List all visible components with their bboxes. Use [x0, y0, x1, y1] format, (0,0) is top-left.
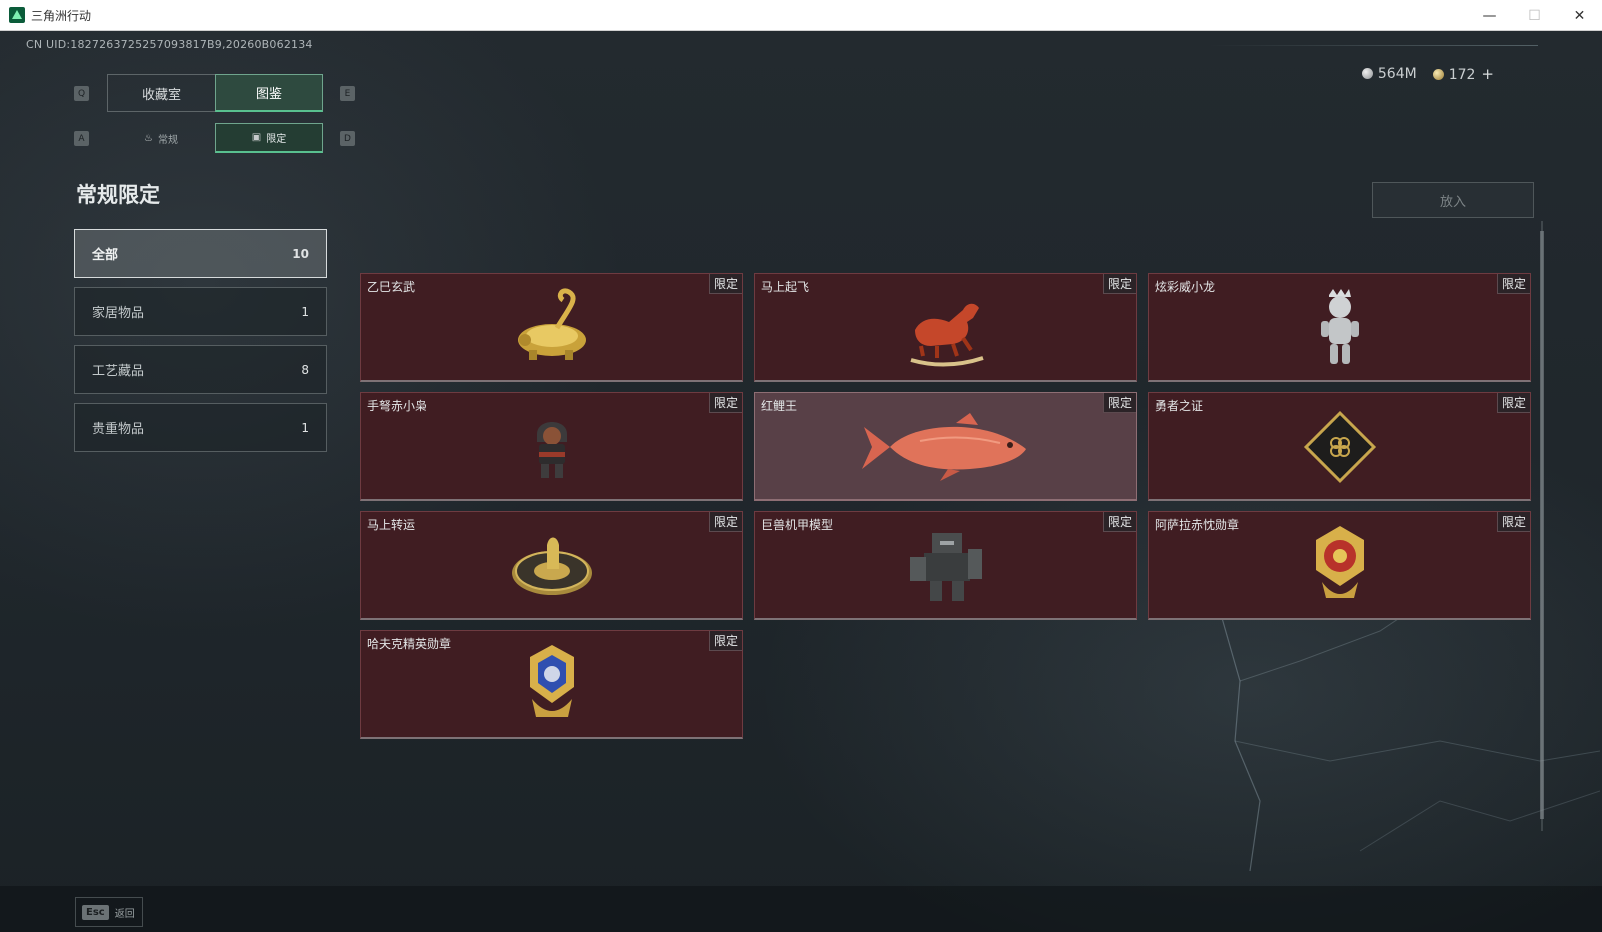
- red-medal-icon: [1315, 526, 1364, 598]
- scrollbar-thumb[interactable]: [1540, 231, 1544, 819]
- limited-badge: 限定: [709, 512, 742, 532]
- limited-badge: 限定: [1497, 274, 1530, 294]
- category-label: 贵重物品: [92, 422, 145, 437]
- window-title: 三角洲行动: [31, 8, 92, 23]
- picture-icon: ▣: [251, 132, 262, 143]
- flame-icon: ♨: [144, 132, 153, 144]
- player-uid: CN UID:1827263725257093817B9,20260B06213…: [26, 38, 313, 51]
- item-card[interactable]: 手弩赤小枭 限定: [360, 392, 743, 501]
- item-name: 马上转运: [367, 518, 416, 532]
- key-hint-prev-tab: Q: [74, 86, 89, 101]
- category-label: 工艺藏品: [92, 364, 145, 379]
- gold-currency: 172 +: [1432, 65, 1494, 83]
- item-card[interactable]: 哈夫克精英勋章 限定: [360, 630, 743, 739]
- mecha-model-icon: [909, 533, 982, 601]
- item-card[interactable]: 巨兽机甲模型 限定: [754, 511, 1137, 620]
- key-hint-prev-subtab: A: [74, 131, 89, 146]
- item-name: 马上起飞: [761, 280, 810, 294]
- item-card[interactable]: 勇者之证 限定: [1148, 392, 1531, 501]
- esc-key-hint: Esc: [82, 904, 109, 920]
- red-horse-icon: [909, 303, 984, 367]
- page-title: 常规限定: [76, 183, 160, 207]
- subtab-limited[interactable]: ▣ 限定: [215, 123, 323, 153]
- category-label: 家居物品: [92, 306, 145, 321]
- subtab-limited-label: 限定: [266, 134, 287, 145]
- item-card[interactable]: 乙巳玄武 限定: [360, 273, 743, 382]
- silver-amount: 564M: [1377, 66, 1417, 82]
- blue-medal-icon: [529, 645, 574, 717]
- back-label: 返回: [114, 908, 135, 920]
- category-all[interactable]: 全部 10: [74, 229, 327, 278]
- silver-coin-icon: [1361, 68, 1373, 79]
- limited-badge: 限定: [709, 274, 742, 294]
- category-list: 全部 10 家居物品 1 工艺藏品 8 贵重物品 1: [74, 229, 327, 461]
- item-name: 红鲤王: [761, 399, 798, 413]
- item-name: 勇者之证: [1155, 399, 1204, 413]
- item-name: 哈夫克精英勋章: [367, 637, 452, 651]
- tab-catalog[interactable]: 图鉴: [215, 74, 323, 112]
- silver-currency: 564M: [1361, 66, 1417, 82]
- item-card[interactable]: 炫彩威小龙 限定: [1148, 273, 1531, 382]
- app-logo-icon: [9, 7, 25, 23]
- item-grid: 乙巳玄武 限定 马上起飞 限定 炫彩威小龙 限定 手弩赤小枭 限定 红鲤王 限定…: [360, 273, 1531, 739]
- limited-badge: 限定: [709, 631, 742, 651]
- back-button[interactable]: Esc 返回: [75, 897, 143, 927]
- maximize-button[interactable]: ☐: [1512, 0, 1557, 31]
- category-count: 8: [301, 362, 309, 377]
- category-label: 全部: [92, 248, 119, 263]
- category-crafts[interactable]: 工艺藏品 8: [74, 345, 327, 394]
- silver-figurine-icon: [1320, 289, 1359, 364]
- item-name: 阿萨拉赤忱勋章: [1155, 518, 1240, 532]
- subtab-regular-label: 常规: [157, 134, 178, 146]
- item-name: 手弩赤小枭: [367, 399, 428, 413]
- limited-badge: 限定: [1103, 512, 1136, 532]
- add-currency-button[interactable]: +: [1481, 65, 1494, 83]
- item-name: 巨兽机甲模型: [761, 518, 834, 532]
- subtab-regular[interactable]: ♨ 常规: [107, 123, 215, 153]
- golden-dragon-turtle-icon: [517, 288, 586, 360]
- main-tab-bar: 收藏室 图鉴: [107, 74, 323, 112]
- golden-wheel-icon: [511, 537, 592, 595]
- category-count: 1: [301, 420, 309, 435]
- limited-badge: 限定: [1103, 393, 1136, 413]
- minimize-button[interactable]: —: [1467, 0, 1512, 31]
- key-hint-next-tab: E: [340, 86, 355, 101]
- window-titlebar: 三角洲行动 — ☐ ✕: [0, 0, 1602, 31]
- limited-badge: 限定: [1497, 393, 1530, 413]
- item-name: 乙巳玄武: [367, 280, 416, 294]
- close-button[interactable]: ✕: [1557, 0, 1602, 31]
- black-card-icon: [1303, 410, 1376, 484]
- put-in-button[interactable]: 放入: [1372, 182, 1534, 218]
- item-card[interactable]: 马上转运 限定: [360, 511, 743, 620]
- category-home-items[interactable]: 家居物品 1: [74, 287, 327, 336]
- item-card[interactable]: 阿萨拉赤忱勋章 限定: [1148, 511, 1531, 620]
- item-card-selected[interactable]: 红鲤王 限定: [754, 392, 1137, 501]
- gold-amount: 172: [1448, 67, 1476, 83]
- currency-display: 564M 172 +: [1361, 65, 1494, 83]
- tab-collection-room[interactable]: 收藏室: [107, 74, 215, 112]
- limited-badge: 限定: [1103, 274, 1136, 294]
- game-screen: CN UID:1827263725257093817B9,20260B06213…: [0, 31, 1602, 932]
- key-hint-next-subtab: D: [340, 131, 355, 146]
- limited-badge: 限定: [709, 393, 742, 413]
- category-count: 1: [301, 304, 309, 319]
- item-name: 炫彩威小龙: [1155, 280, 1216, 294]
- decorative-line: [1208, 45, 1538, 46]
- limited-badge: 限定: [1497, 512, 1530, 532]
- sub-tab-bar: ♨ 常规 ▣ 限定: [107, 123, 323, 153]
- hooded-figure-icon: [536, 422, 567, 478]
- category-valuables[interactable]: 贵重物品 1: [74, 403, 327, 452]
- category-count: 10: [292, 246, 309, 261]
- gold-coin-icon: [1432, 69, 1444, 80]
- red-carp-icon: [861, 413, 1026, 481]
- bottom-bar: [0, 886, 1602, 932]
- item-card[interactable]: 马上起飞 限定: [754, 273, 1137, 382]
